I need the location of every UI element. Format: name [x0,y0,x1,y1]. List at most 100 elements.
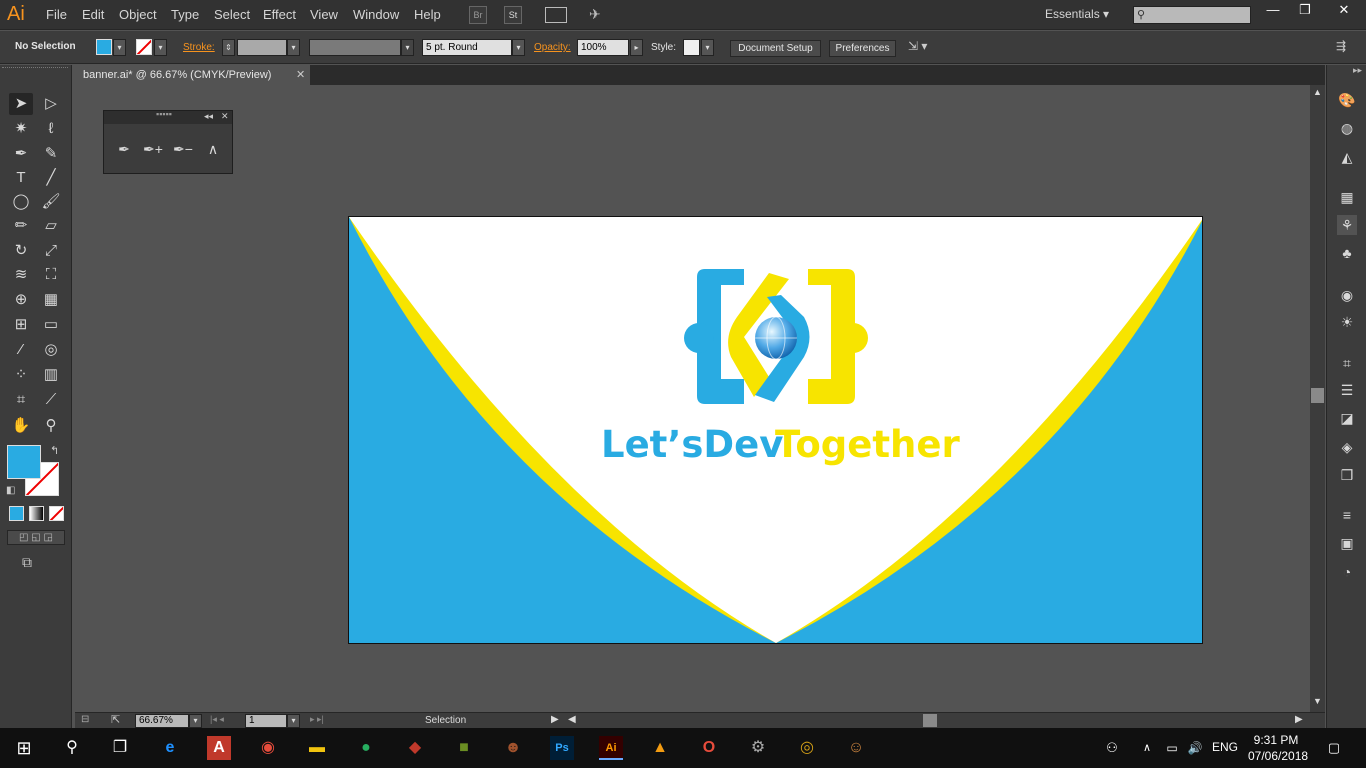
restore-button[interactable]: ❐ [1288,0,1322,20]
swatches-panel-icon[interactable]: ▦ [1337,187,1357,207]
color-panel-icon[interactable]: 🎨 [1337,90,1357,110]
curvature-tool-icon[interactable]: ✎ [39,143,63,165]
scroll-right-icon[interactable]: ▶ [1295,714,1303,725]
fill-swatch[interactable] [96,39,112,55]
stroke-dropdown[interactable]: ▾ [154,39,167,56]
illustrator-icon[interactable]: Ai [599,736,623,760]
dota-icon[interactable]: ◆ [403,736,427,760]
first-artboard-icon[interactable]: |◂ ◂ [210,714,224,725]
eyedropper-tool-icon[interactable]: ⁄ [9,339,33,361]
arrange-icon[interactable]: ⇲ ▾ [908,39,927,53]
mesh-tool-icon[interactable]: ⊞ [9,314,33,336]
bridge-button[interactable]: Br [469,6,487,24]
menu-view[interactable]: View [310,7,338,22]
zoom-field[interactable]: 66.67% [135,714,189,728]
ellipse-tool-icon[interactable]: ◯ [9,191,33,213]
photoshop-icon[interactable]: Ps [550,736,574,760]
fill-color-box[interactable] [7,445,41,479]
zoom-dropdown[interactable]: ▾ [189,714,202,728]
gpu-performance-icon[interactable]: ✈ [589,6,601,23]
menu-edit[interactable]: Edit [82,7,104,22]
align-panel-icon[interactable]: ☰ [1337,380,1357,400]
lasso-tool-icon[interactable]: ℓ [39,118,63,140]
notifications-icon[interactable]: ▢ [1322,736,1346,760]
default-fill-stroke-icon[interactable]: ◧ [6,485,15,496]
selection-tool-icon[interactable]: ➤ [9,93,33,115]
menu-window[interactable]: Window [353,7,399,22]
toolbar-grip[interactable] [2,67,68,71]
layers-panel-icon[interactable]: ◈ [1337,437,1357,457]
opera-icon[interactable]: O [697,736,721,760]
menu-file[interactable]: File [46,7,67,22]
canvas-area[interactable]: Let’sDev Together [75,85,1310,712]
appearance-panel-icon[interactable]: ☀ [1337,312,1357,332]
acrobat-icon[interactable]: A [207,736,231,760]
gradient-tool-icon[interactable]: ▭ [39,314,63,336]
share-icon[interactable]: ⇱ [111,713,120,726]
workspace-switcher[interactable]: Essentials ▾ [1045,7,1109,21]
line-tool-icon[interactable]: ╱ [39,167,63,189]
shape-builder-tool-icon[interactable]: ⊕ [9,289,33,311]
close-flyout-icon[interactable]: ✕ [221,111,229,122]
brush-definition[interactable]: 5 pt. Round [422,39,512,56]
brushes-panel-icon[interactable]: ⚘ [1337,215,1357,235]
tool-app-icon[interactable]: ⚙ [746,736,770,760]
close-window-button[interactable]: ✕ [1322,0,1366,20]
pathfinder-panel-icon[interactable]: ◪ [1337,408,1357,428]
minimize-button[interactable]: — [1256,0,1290,20]
menu-type[interactable]: Type [171,7,199,22]
drawing-modes-group[interactable]: ◰ ◱ ◲ [7,530,65,545]
cc-libraries-panel-icon[interactable]: ◉ [1337,285,1357,305]
stroke-panel-icon[interactable]: ≡ [1337,505,1357,525]
graphic-style-swatch[interactable] [683,39,700,56]
windows-start-icon[interactable]: ⊞ [12,736,36,760]
free-transform-tool-icon[interactable]: ⛶ [39,264,63,286]
task-view-icon[interactable]: ❐ [108,736,132,760]
transform-panel-icon[interactable]: ⌗ [1337,353,1357,373]
artboards-panel-icon[interactable]: ❒ [1337,465,1357,485]
artboard-tool-icon[interactable]: ⌗ [9,389,33,411]
transparency-panel-icon[interactable]: ◔ [1337,562,1357,582]
rotate-tool-icon[interactable]: ↻ [9,240,33,262]
gradient-panel-icon[interactable]: ▣ [1337,533,1357,553]
scroll-left-icon[interactable]: ◀ [568,714,576,725]
search-icon[interactable]: ⚲ [60,736,84,760]
system-clock[interactable]: 9:31 PM 07/06/2018 [1248,732,1308,764]
arrange-documents-icon[interactable] [545,7,567,23]
hand-tool-icon[interactable]: ✋ [9,415,33,437]
menu-object[interactable]: Object [119,7,157,22]
preferences-button[interactable]: Preferences [829,40,896,57]
pencil-tool-icon[interactable]: ✏ [9,215,33,237]
variable-width-dropdown[interactable]: ▾ [401,39,414,56]
volume-icon[interactable]: 🔊 [1183,736,1207,760]
tray-chevron-icon[interactable]: ∧ [1135,736,1159,760]
pen-tools-flyout[interactable]: ▪▪▪▪▪ ◂◂ ✕ ✒ ✒+ ✒− ∧ [103,109,233,174]
scale-tool-icon[interactable]: ⤢ [39,240,63,262]
vertical-scroll-thumb[interactable] [1311,388,1324,403]
pen-tool-icon[interactable]: ✒ [9,143,33,165]
scroll-up-icon[interactable]: ▲ [1313,87,1322,97]
close-tab-icon[interactable]: ✕ [296,65,305,85]
collapse-flyout-icon[interactable]: ◂◂ [204,111,213,122]
slice-tool-icon[interactable]: ⟋ [39,389,63,411]
color-themes-icon[interactable]: ◭ [1337,147,1357,167]
stroke-weight-dropdown[interactable]: ▾ [287,39,300,56]
opacity-label[interactable]: Opacity: [534,42,571,53]
artboard[interactable]: Let’sDev Together [348,216,1203,644]
magic-wand-tool-icon[interactable]: ✷ [9,118,33,140]
language-indicator[interactable]: ENG [1212,740,1238,754]
fill-dropdown[interactable]: ▾ [113,39,126,56]
menu-effect[interactable]: Effect [263,7,296,22]
panel-menu-icon[interactable]: ⇶ [1336,39,1346,53]
swap-fill-stroke-icon[interactable]: ↰ [50,444,59,457]
chrome-icon[interactable]: ● [354,736,378,760]
column-graph-tool-icon[interactable]: ▥ [39,364,63,386]
stock-button[interactable]: St [504,6,522,24]
none-mode-button[interactable] [49,506,64,521]
color-guide-icon[interactable]: ◍ [1337,118,1357,138]
cc-libraries-icon[interactable]: ⊟ [81,714,89,725]
opacity-dropdown[interactable]: ▸ [630,39,643,56]
menu-help[interactable]: Help [414,7,441,22]
symbols-panel-icon[interactable]: ♣ [1337,243,1357,263]
blend-tool-icon[interactable]: ◎ [39,339,63,361]
